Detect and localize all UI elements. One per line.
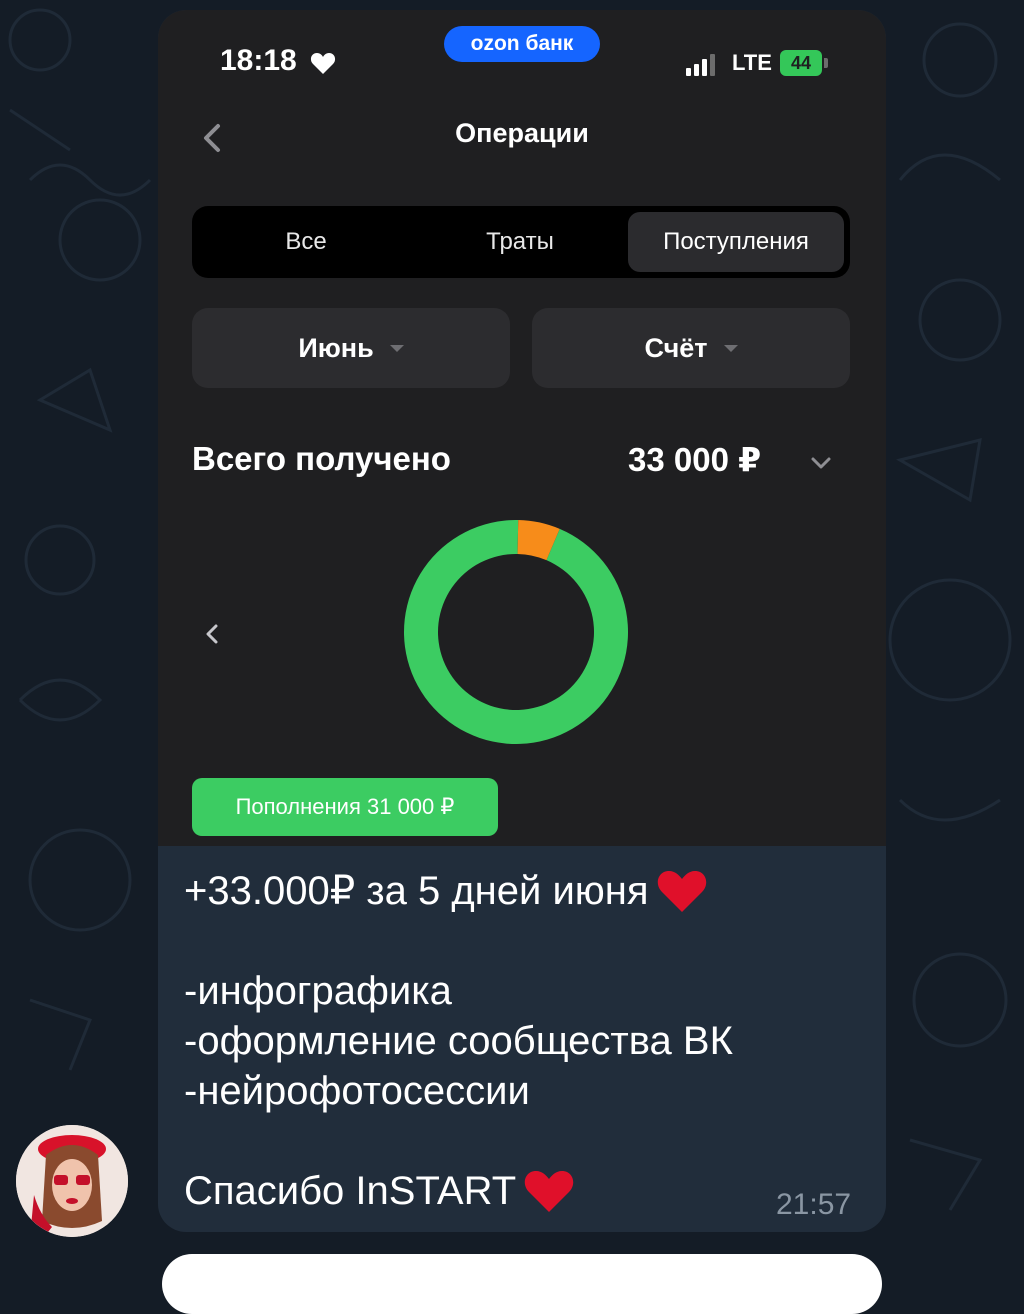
sender-avatar[interactable] — [16, 1125, 128, 1237]
message-bubble[interactable]: 18:18 ozon банк LTE 44 Операции Все Трат… — [158, 10, 886, 1232]
month-filter[interactable]: Июнь — [192, 308, 510, 388]
total-received-label: Всего получено — [192, 440, 451, 477]
caret-down-icon — [389, 344, 404, 352]
tab-all[interactable]: Все — [198, 212, 414, 272]
battery-indicator: 44 — [780, 50, 822, 76]
status-time: 18:18 — [220, 44, 297, 77]
attached-screenshot[interactable]: 18:18 ozon банк LTE 44 Операции Все Трат… — [158, 10, 886, 846]
message-text: +33.000₽ за 5 дней июня -инфографика -офор… — [184, 866, 864, 1216]
red-heart-icon — [524, 1171, 574, 1212]
legend-chip-deposits[interactable]: Пополнения 31 000 ₽ — [192, 778, 498, 836]
message-input-bar[interactable] — [162, 1254, 882, 1314]
message-line: Спасибо InSTART — [184, 1166, 864, 1216]
heart-icon — [310, 53, 336, 74]
tab-spending[interactable]: Траты — [412, 212, 628, 272]
message-line: -нейрофотосессии — [184, 1066, 864, 1116]
battery-tip — [824, 58, 828, 68]
avatar-portrait — [16, 1125, 128, 1237]
account-filter-label: Счёт — [644, 332, 708, 363]
income-donut-chart — [404, 520, 628, 744]
operations-tabs: Все Траты Поступления — [192, 206, 850, 278]
account-filter[interactable]: Счёт — [532, 308, 850, 388]
message-time: 21:57 — [776, 1188, 852, 1221]
message-line-text: Спасибо InSTART — [184, 1169, 517, 1213]
total-received-value[interactable]: 33 000 ₽ — [628, 440, 761, 479]
message-line: -инфографика — [184, 966, 864, 1016]
screen-title: Операции — [455, 118, 589, 148]
chevron-down-icon[interactable] — [808, 450, 834, 476]
status-bar: 18:18 ozon банк LTE 44 — [158, 10, 886, 110]
battery-level: 44 — [790, 52, 812, 73]
message-line-text: -нейрофотосессии — [184, 1069, 530, 1113]
red-heart-icon — [657, 871, 706, 912]
message-line: -оформление сообщества ВК — [184, 1016, 864, 1066]
message-line-text: -оформление сообщества ВК — [184, 1019, 733, 1063]
message-line: +33.000₽ за 5 дней июня — [184, 866, 864, 916]
month-filter-label: Июнь — [298, 332, 374, 363]
message-line-text: -инфографика — [184, 969, 452, 1013]
caret-down-icon — [723, 344, 738, 352]
ozon-bank-badge: ozon банк — [444, 26, 600, 62]
message-line-text: +33.000₽ за 5 дней июня — [184, 869, 649, 913]
network-label: LTE — [732, 50, 772, 75]
donut-slice-deposits[interactable] — [404, 520, 628, 744]
previous-period-icon[interactable] — [202, 622, 222, 646]
tab-income[interactable]: Поступления — [628, 212, 844, 272]
signal-icon — [686, 54, 715, 76]
